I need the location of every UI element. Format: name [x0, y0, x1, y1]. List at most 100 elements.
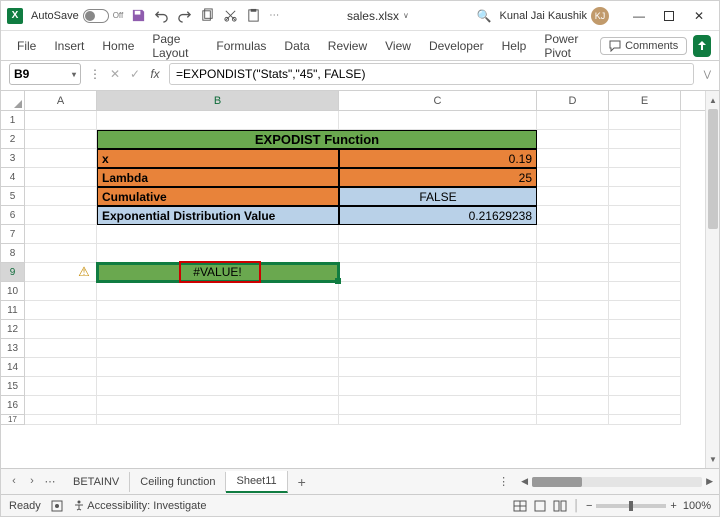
- cell[interactable]: [25, 130, 97, 149]
- cell[interactable]: [609, 225, 681, 244]
- cell[interactable]: [339, 396, 537, 415]
- scroll-down-icon[interactable]: ▼: [706, 452, 719, 466]
- tab-data[interactable]: Data: [276, 35, 317, 57]
- tab-view[interactable]: View: [377, 35, 419, 57]
- cell[interactable]: [609, 358, 681, 377]
- cell[interactable]: [97, 282, 339, 301]
- cell[interactable]: [339, 225, 537, 244]
- row-header[interactable]: 5: [1, 187, 25, 206]
- cell[interactable]: [609, 339, 681, 358]
- row-header[interactable]: 16: [1, 396, 25, 415]
- cell[interactable]: [97, 415, 339, 425]
- cell[interactable]: [609, 206, 681, 225]
- cell[interactable]: [97, 225, 339, 244]
- cell[interactable]: [609, 168, 681, 187]
- fill-handle[interactable]: [335, 278, 341, 284]
- macro-record-icon[interactable]: [51, 500, 63, 512]
- zoom-slider[interactable]: − +: [586, 500, 677, 512]
- scroll-thumb[interactable]: [708, 109, 718, 229]
- formula-input[interactable]: =EXPONDIST("Stats","45", FALSE): [169, 63, 694, 85]
- scroll-right-icon[interactable]: ▶: [706, 476, 713, 487]
- more-icon[interactable]: ⋯: [269, 10, 279, 21]
- table-header[interactable]: EXPODIST Function: [97, 130, 537, 149]
- scroll-left-icon[interactable]: ◀: [521, 476, 528, 487]
- prev-sheet-icon[interactable]: ‹: [7, 475, 21, 488]
- cell-label-result[interactable]: Exponential Distribution Value: [97, 206, 339, 225]
- col-header-c[interactable]: C: [339, 91, 537, 110]
- cell[interactable]: [25, 225, 97, 244]
- selected-cell-b9[interactable]: #VALUE!: [97, 263, 339, 282]
- row-header[interactable]: 6: [1, 206, 25, 225]
- row-header[interactable]: 2: [1, 130, 25, 149]
- row-header[interactable]: 7: [1, 225, 25, 244]
- tab-review[interactable]: Review: [320, 35, 375, 57]
- cell[interactable]: [25, 301, 97, 320]
- cell[interactable]: [25, 320, 97, 339]
- cell[interactable]: [537, 320, 609, 339]
- col-header-b[interactable]: B: [97, 91, 339, 110]
- tab-home[interactable]: Home: [94, 35, 142, 57]
- scroll-up-icon[interactable]: ▲: [706, 93, 719, 107]
- zoom-in-icon[interactable]: +: [670, 500, 676, 512]
- row-header[interactable]: 1: [1, 111, 25, 130]
- cell[interactable]: [25, 282, 97, 301]
- cell-value-cumulative[interactable]: FALSE: [339, 187, 537, 206]
- col-header-d[interactable]: D: [537, 91, 609, 110]
- cell[interactable]: [339, 377, 537, 396]
- cell[interactable]: [609, 377, 681, 396]
- minimize-button[interactable]: —: [625, 5, 653, 27]
- cell-label-lambda[interactable]: Lambda: [97, 168, 339, 187]
- col-header-e[interactable]: E: [609, 91, 681, 110]
- cell[interactable]: [97, 377, 339, 396]
- tab-formulas[interactable]: Formulas: [208, 35, 274, 57]
- cell[interactable]: [339, 339, 537, 358]
- row-header[interactable]: 14: [1, 358, 25, 377]
- cell[interactable]: [609, 149, 681, 168]
- next-sheet-icon[interactable]: ›: [25, 475, 39, 488]
- tab-help[interactable]: Help: [494, 35, 535, 57]
- normal-view-icon[interactable]: [513, 500, 527, 512]
- cell[interactable]: [25, 187, 97, 206]
- redo-icon[interactable]: [177, 8, 192, 23]
- search-icon[interactable]: 🔍: [477, 9, 492, 23]
- cell[interactable]: [25, 415, 97, 425]
- cell[interactable]: [537, 225, 609, 244]
- expand-formula-icon[interactable]: ⋁: [700, 69, 711, 80]
- cell[interactable]: [339, 358, 537, 377]
- row-header[interactable]: 15: [1, 377, 25, 396]
- error-warning-icon[interactable]: ⚠: [76, 264, 92, 280]
- row-header[interactable]: 12: [1, 320, 25, 339]
- hscroll-thumb[interactable]: [532, 477, 582, 487]
- sheet-tab-betainv[interactable]: BETAINV: [63, 472, 130, 492]
- cell[interactable]: [537, 282, 609, 301]
- cell[interactable]: [609, 301, 681, 320]
- row-header[interactable]: 9: [1, 263, 25, 282]
- row-header[interactable]: 4: [1, 168, 25, 187]
- cut-icon[interactable]: [223, 8, 238, 23]
- cell-value-lambda[interactable]: 25: [339, 168, 537, 187]
- row-header[interactable]: 3: [1, 149, 25, 168]
- cell[interactable]: [537, 187, 609, 206]
- share-button[interactable]: [693, 35, 711, 57]
- cell[interactable]: [609, 130, 681, 149]
- cell[interactable]: [537, 111, 609, 130]
- col-header-a[interactable]: A: [25, 91, 97, 110]
- cell-label-cumulative[interactable]: Cumulative: [97, 187, 339, 206]
- cell[interactable]: [609, 263, 681, 282]
- vertical-scrollbar[interactable]: ▲ ▼: [705, 91, 719, 468]
- row-header[interactable]: 8: [1, 244, 25, 263]
- row-header[interactable]: 13: [1, 339, 25, 358]
- cell[interactable]: [25, 396, 97, 415]
- cell[interactable]: [97, 358, 339, 377]
- cancel-formula-button[interactable]: ✕: [107, 67, 123, 81]
- copy-icon[interactable]: [200, 8, 215, 23]
- page-break-view-icon[interactable]: [553, 500, 567, 512]
- cell[interactable]: [609, 282, 681, 301]
- cell[interactable]: [25, 168, 97, 187]
- cell[interactable]: [25, 111, 97, 130]
- select-all-button[interactable]: [1, 91, 25, 110]
- enter-formula-button[interactable]: ✓: [127, 67, 143, 81]
- cell[interactable]: [97, 320, 339, 339]
- undo-icon[interactable]: [154, 8, 169, 23]
- comments-button[interactable]: Comments: [600, 37, 687, 55]
